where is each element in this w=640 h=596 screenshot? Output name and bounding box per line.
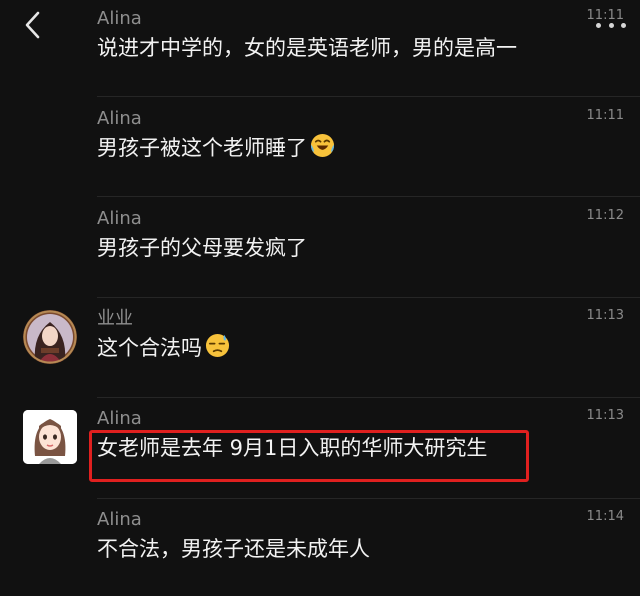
sender-name[interactable]: Alina: [97, 108, 142, 130]
message-text[interactable]: 不合法，男孩子还是未成年人: [97, 534, 370, 564]
sender-name[interactable]: Alina: [97, 208, 142, 230]
message-time: 11:11: [586, 8, 624, 23]
avatar[interactable]: [23, 410, 77, 464]
message-item: Alina 11:11 说进才中学的，女的是英语老师，男的是高一: [0, 8, 640, 98]
message-text[interactable]: 男孩子被这个老师睡了: [97, 133, 335, 166]
message-text[interactable]: 这个合法吗: [97, 333, 230, 366]
message-time: 11:13: [586, 308, 624, 323]
divider: [97, 297, 640, 298]
divider: [97, 196, 640, 197]
sender-name[interactable]: Alina: [97, 509, 142, 531]
message-time: 11:13: [586, 408, 624, 423]
divider: [97, 96, 640, 97]
divider: [97, 498, 640, 499]
message-time: 11:12: [586, 208, 624, 223]
message-time: 11:11: [586, 108, 624, 123]
sweat-face-emoji-icon: [205, 333, 230, 366]
crying-laughing-emoji-icon: [310, 133, 335, 166]
highlight-box: [89, 430, 529, 482]
message-item: Alina 11:11 男孩子被这个老师睡了: [0, 108, 640, 198]
avatar[interactable]: [23, 310, 77, 364]
message-item: Alina 11:14 不合法，男孩子还是未成年人: [0, 509, 640, 596]
message-item: 业业 11:13 这个合法吗: [0, 308, 640, 398]
sender-name[interactable]: 业业: [97, 308, 133, 330]
divider: [97, 397, 640, 398]
message-text[interactable]: 男孩子的父母要发疯了: [97, 233, 307, 263]
message-text[interactable]: 说进才中学的，女的是英语老师，男的是高一: [97, 33, 517, 63]
sender-name[interactable]: Alina: [97, 408, 142, 430]
message-time: 11:14: [586, 509, 624, 524]
sender-name[interactable]: Alina: [97, 8, 142, 30]
message-item: Alina 11:12 男孩子的父母要发疯了: [0, 208, 640, 298]
